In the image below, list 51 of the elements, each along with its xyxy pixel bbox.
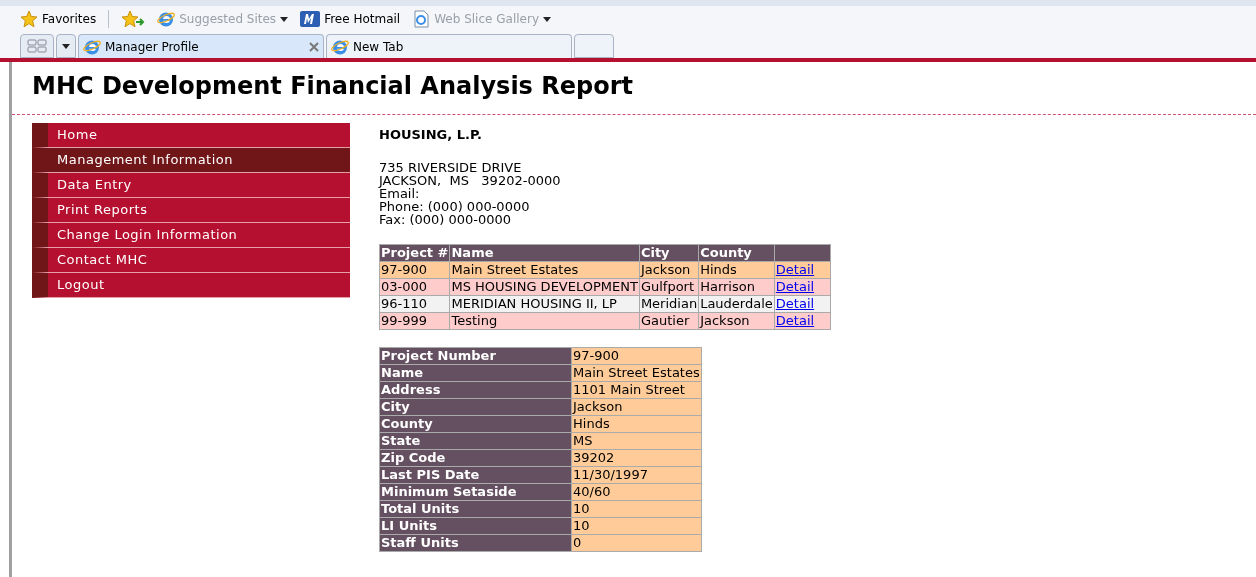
favorites-button[interactable]: Favorites (20, 10, 110, 28)
caret-icon (280, 16, 289, 22)
tab-list-button[interactable] (56, 34, 76, 58)
table-cell: Hinds (698, 261, 775, 278)
menu-item[interactable]: Home (32, 123, 350, 148)
field-label: Project Number (379, 347, 572, 364)
menu-item[interactable]: Contact MHC (32, 248, 350, 273)
table-cell: MERIDIAN HOUSING II, LP (450, 295, 640, 312)
table-cell: MS HOUSING DEVELOPMENT (450, 278, 640, 295)
table-cell: Lauderdale (698, 295, 775, 312)
table-cell: Jackson (639, 261, 699, 278)
browser-tab[interactable]: New Tab (326, 34, 572, 58)
column-header: County (698, 244, 775, 261)
column-header: City (639, 244, 699, 261)
company-name: HOUSING, L.P. (379, 126, 483, 144)
caret-icon (62, 43, 70, 49)
hotmail-logo-icon (300, 10, 321, 28)
menu-item[interactable]: Print Reports (32, 198, 350, 223)
table-cell: Gautier (639, 312, 699, 329)
table-cell: 03-000 (379, 278, 450, 295)
contact-line: Fax: (000) 000-0000 (379, 212, 513, 226)
menu-item[interactable]: Data Entry (32, 173, 350, 198)
web-slice-icon (412, 10, 431, 28)
table-cell: Jackson (698, 312, 775, 329)
table-cell: Meridian (639, 295, 699, 312)
favorite-link[interactable]: Free Hotmail (300, 10, 401, 28)
table-cell: 99-999 (379, 312, 450, 329)
table-cell: Gulfport (639, 278, 699, 295)
table-cell: Harrison (698, 278, 775, 295)
menu-item[interactable]: Management Information (32, 148, 350, 173)
close-icon[interactable] (309, 41, 319, 52)
star-icon[interactable] (20, 10, 38, 28)
contact-line: 735 RIVERSIDE DRIVE (379, 160, 523, 174)
page-title: MHC Development Financial Analysis Report (32, 71, 634, 102)
table-cell: Main Street Estates (450, 261, 640, 278)
browser-tab[interactable]: Manager Profile (78, 34, 324, 58)
table-cell: 97-900 (379, 261, 450, 278)
menu-item[interactable]: Logout (32, 273, 350, 298)
browser-logo-icon (157, 10, 176, 28)
table-cell: 96-110 (379, 295, 450, 312)
column-header: Name (450, 244, 640, 261)
grid-icon (27, 39, 47, 53)
table-cell: Testing (450, 312, 640, 329)
menu-item[interactable]: Change Login Information (32, 223, 350, 248)
add-favorite-icon[interactable] (121, 10, 146, 28)
field-value: 97-900 (571, 347, 702, 364)
contact-line: JACKSON, MS 39202-0000 (379, 173, 562, 187)
caret-icon (543, 16, 551, 22)
contact-line: Phone: (000) 000-0000 (379, 199, 531, 213)
column-header: Project # (379, 244, 450, 261)
new-tab-button[interactable] (574, 34, 614, 58)
